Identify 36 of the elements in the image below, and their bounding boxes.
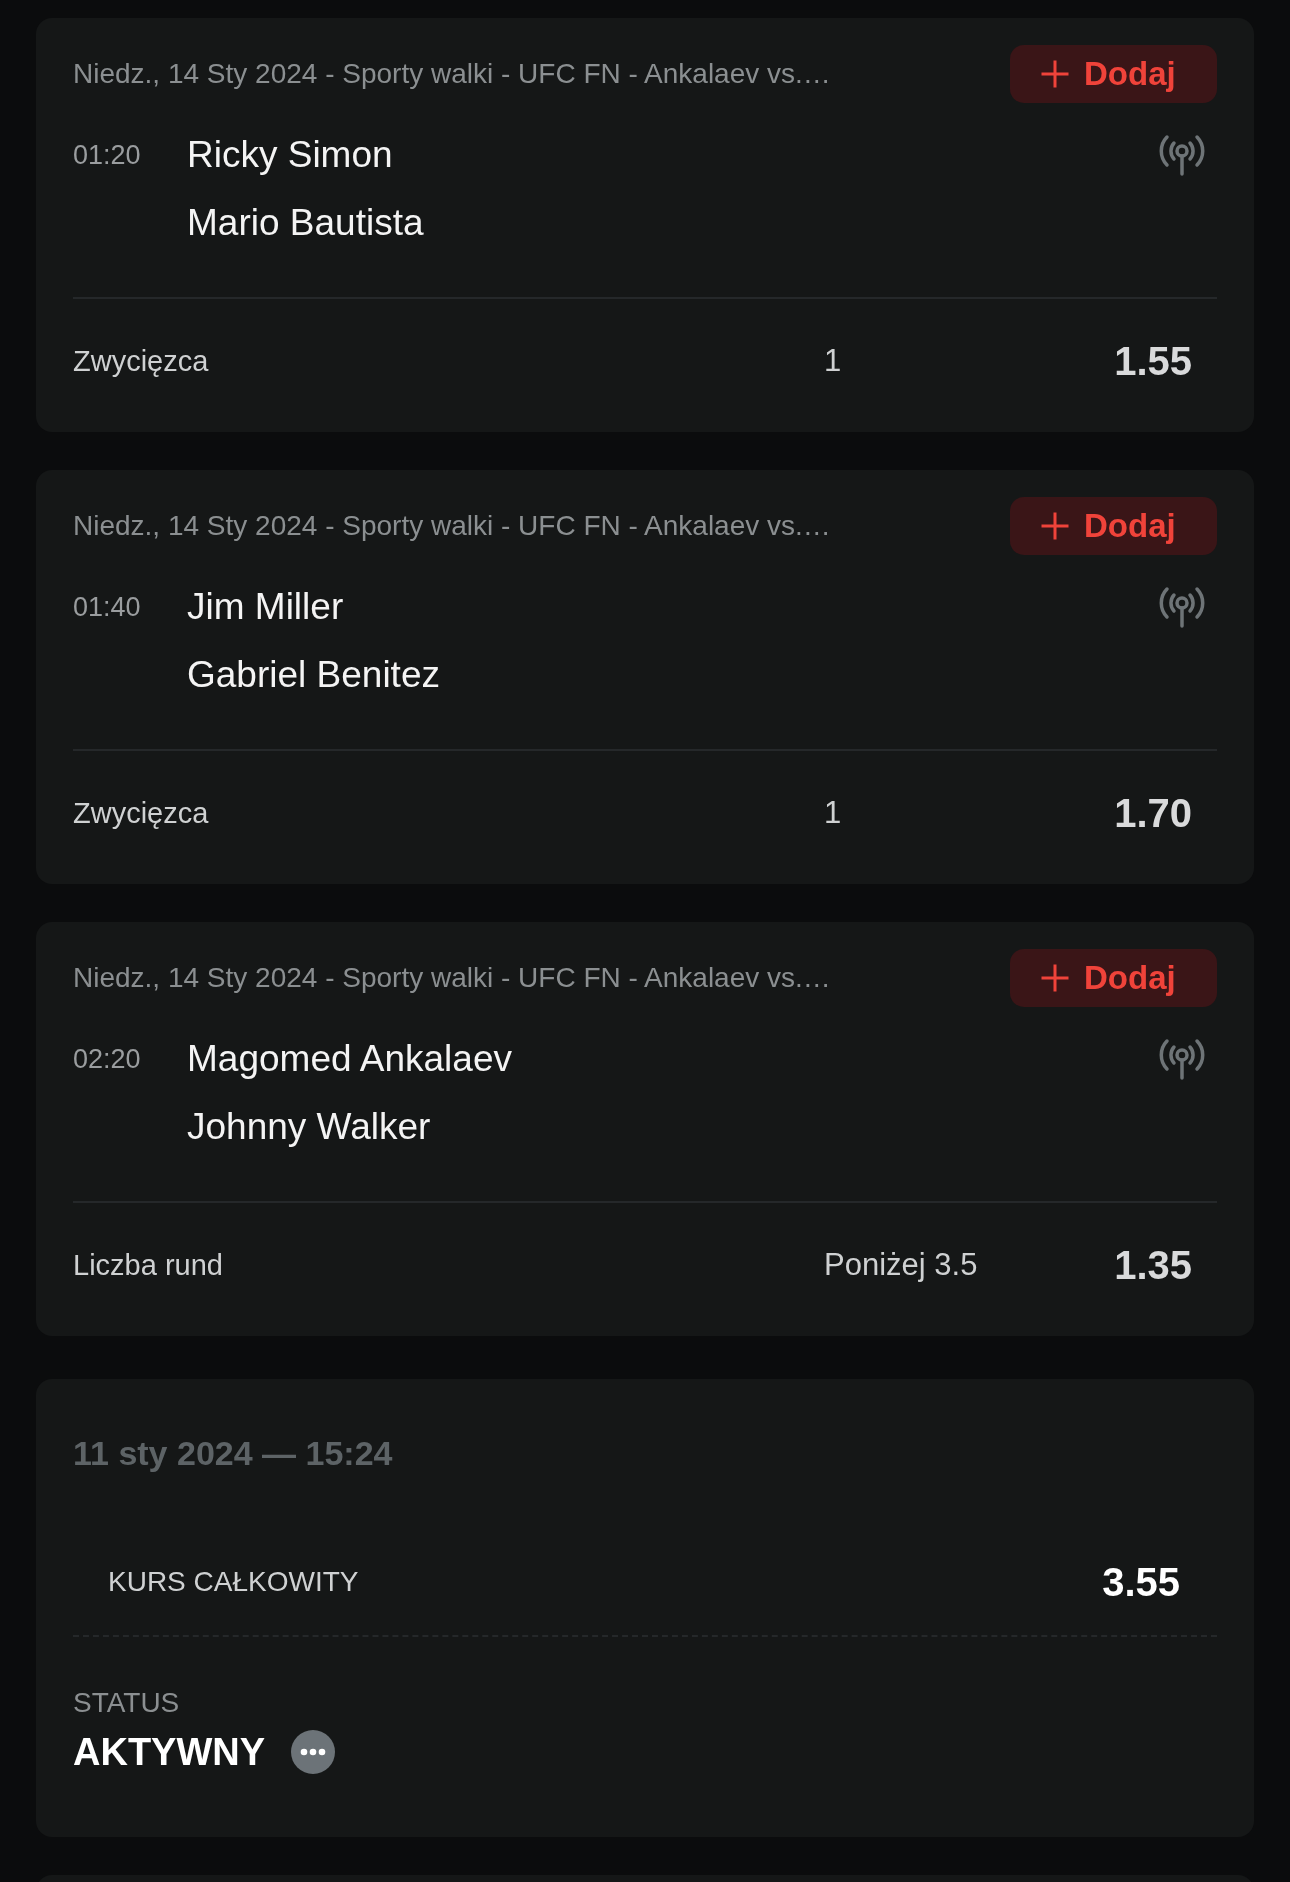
add-button[interactable]: Dodaj — [1010, 45, 1217, 103]
status-label: STATUS — [73, 1686, 180, 1720]
odds-value: 1.35 — [1114, 1242, 1192, 1287]
odds-value: 1.55 — [1114, 338, 1192, 383]
match-time: 01:40 — [73, 591, 142, 624]
market-name: Zwycięzca — [73, 344, 210, 378]
broadcast-icon — [1159, 134, 1205, 176]
add-button[interactable]: Dodaj — [1010, 949, 1217, 1007]
bet-date: 11 sty 2024 — 15:24 — [73, 1433, 393, 1474]
market-name: Zwycięzca — [73, 796, 210, 830]
plus-icon — [1040, 59, 1070, 89]
broadcast-icon — [1159, 1038, 1205, 1080]
fighter-name: Jim Miller — [187, 585, 345, 629]
plus-icon — [1040, 511, 1070, 541]
selection-label: 1 — [824, 343, 842, 378]
fighter-name: Magomed Ankalaev — [187, 1037, 513, 1081]
fighter-name: Ricky Simon — [187, 133, 394, 177]
fighter-name: Johnny Walker — [187, 1105, 432, 1149]
match-time: 02:20 — [73, 1043, 142, 1076]
fighter-name: Gabriel Benitez — [187, 653, 441, 697]
event-info: Niedz., 14 Sty 2024 - Sporty walki - UFC FN - Ankalaev vs.… — [73, 58, 831, 90]
more-icon[interactable] — [291, 1730, 336, 1774]
selection-label: 1 — [824, 795, 842, 830]
total-odds-label: KURS CAŁKOWITY — [108, 1566, 359, 1598]
event-info: Niedz., 14 Sty 2024 - Sporty walki - UFC FN - Ankalaev vs.… — [73, 510, 831, 542]
selection-label: Poniżej 3.5 — [824, 1247, 978, 1282]
total-odds-value: 3.55 — [1102, 1559, 1180, 1605]
fighter-name: Mario Bautista — [187, 201, 425, 245]
status-value: AKTYWNY — [73, 1730, 266, 1774]
odds-value: 1.70 — [1114, 790, 1192, 835]
match-time: 01:20 — [73, 139, 142, 172]
broadcast-icon — [1159, 586, 1205, 628]
add-button[interactable]: Dodaj — [1010, 497, 1217, 555]
event-info: Niedz., 14 Sty 2024 - Sporty walki - UFC FN - Ankalaev vs.… — [73, 962, 831, 994]
market-name: Liczba rund — [73, 1248, 224, 1282]
plus-icon — [1040, 963, 1070, 993]
